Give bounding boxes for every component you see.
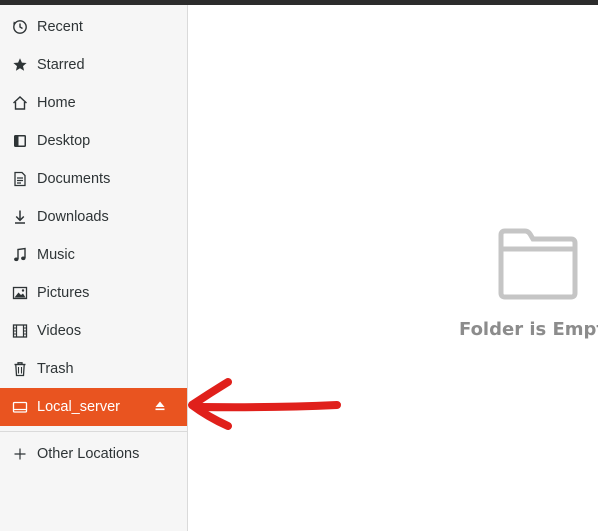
sidebar-item-label: Other Locations [37, 446, 140, 462]
sidebar-item-documents[interactable]: Documents [0, 160, 187, 198]
sidebar-item-videos[interactable]: Videos [0, 312, 187, 350]
sidebar-item-label: Downloads [37, 209, 109, 225]
star-icon [12, 57, 28, 73]
sidebar-item-label: Music [37, 247, 75, 263]
sidebar: Recent Starred Home Desktop Documents Do… [0, 5, 188, 531]
sidebar-item-label: Recent [37, 19, 83, 35]
desktop-icon [12, 133, 28, 149]
download-icon [12, 209, 28, 225]
sidebar-item-desktop[interactable]: Desktop [0, 122, 187, 160]
sidebar-item-music[interactable]: Music [0, 236, 187, 274]
sidebar-item-label: Local_server [37, 399, 121, 415]
sidebar-item-label: Pictures [37, 285, 90, 301]
empty-folder-label: Folder is Empt [459, 319, 598, 340]
plus-icon [12, 446, 28, 462]
video-icon [12, 323, 28, 339]
sidebar-item-recent[interactable]: Recent [0, 8, 187, 46]
sidebar-item-other-locations[interactable]: Other Locations [0, 435, 187, 473]
sidebar-item-local-server[interactable]: Local_server [0, 388, 187, 426]
trash-icon [12, 361, 28, 377]
sidebar-divider [0, 431, 187, 432]
drive-icon [12, 399, 28, 415]
sidebar-item-label: Starred [37, 57, 85, 73]
sidebar-item-trash[interactable]: Trash [0, 350, 187, 388]
sidebar-item-label: Trash [37, 361, 74, 377]
folder-icon [497, 227, 579, 301]
eject-icon[interactable] [153, 399, 167, 413]
sidebar-item-home[interactable]: Home [0, 84, 187, 122]
home-icon [12, 95, 28, 111]
clock-icon [12, 19, 28, 35]
sidebar-item-label: Videos [37, 323, 82, 339]
sidebar-item-downloads[interactable]: Downloads [0, 198, 187, 236]
picture-icon [12, 285, 28, 301]
sidebar-item-pictures[interactable]: Pictures [0, 274, 187, 312]
file-view[interactable]: Folder is Empt [188, 5, 598, 531]
sidebar-item-label: Documents [37, 171, 111, 187]
sidebar-item-label: Desktop [37, 133, 91, 149]
sidebar-item-label: Home [37, 95, 76, 111]
file-manager-window: Recent Starred Home Desktop Documents Do… [0, 0, 598, 531]
document-icon [12, 171, 28, 187]
music-icon [12, 247, 28, 263]
sidebar-item-starred[interactable]: Starred [0, 46, 187, 84]
